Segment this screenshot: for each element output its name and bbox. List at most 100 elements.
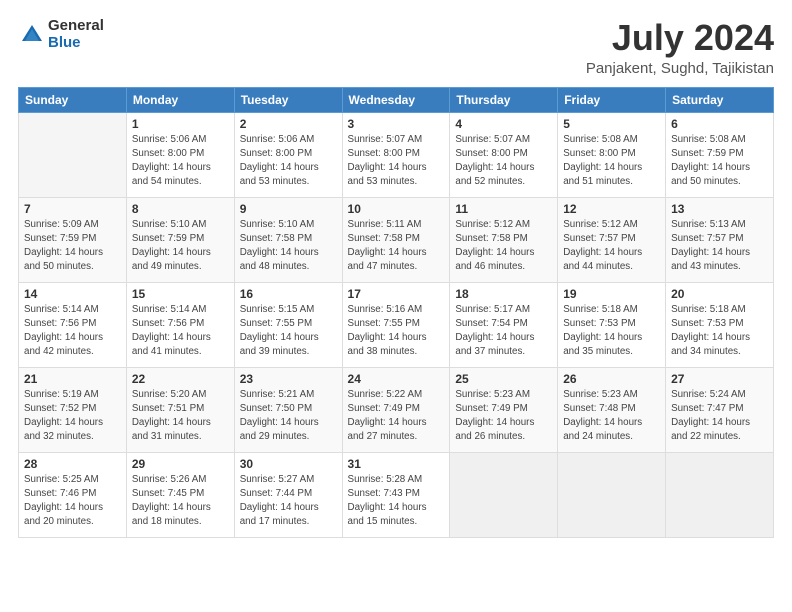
day-number: 19: [563, 287, 660, 301]
day-info: Sunrise: 5:10 AMSunset: 7:58 PMDaylight:…: [240, 218, 337, 275]
day-info: Sunrise: 5:06 AMSunset: 8:00 PMDaylight:…: [240, 133, 337, 190]
table-row: 12 Sunrise: 5:12 AMSunset: 7:57 PMDayligh…: [558, 197, 666, 282]
table-row: 8 Sunrise: 5:10 AMSunset: 7:59 PMDaylight…: [126, 197, 234, 282]
day-number: 9: [240, 202, 337, 216]
day-number: 31: [348, 457, 445, 471]
table-row: 23Sunrise: 5:21 AMSunset: 7:50 PMDayligh…: [234, 367, 342, 452]
calendar-header-row: Sunday Monday Tuesday Wednesday Thursday…: [19, 87, 774, 112]
header-wednesday: Wednesday: [342, 87, 450, 112]
day-number: 25: [455, 372, 552, 386]
day-info: Sunrise: 5:18 AMSunset: 7:53 PMDaylight:…: [671, 303, 768, 360]
day-number: 11: [455, 202, 552, 216]
day-info: Sunrise: 5:22 AMSunset: 7:49 PMDaylight:…: [348, 388, 445, 445]
day-number: 13: [671, 202, 768, 216]
day-number: 18: [455, 287, 552, 301]
day-info: Sunrise: 5:23 AMSunset: 7:48 PMDaylight:…: [563, 388, 660, 445]
day-number: 28: [24, 457, 121, 471]
table-row: 9 Sunrise: 5:10 AMSunset: 7:58 PMDaylight…: [234, 197, 342, 282]
calendar-week-3: 14Sunrise: 5:14 AMSunset: 7:56 PMDayligh…: [19, 282, 774, 367]
table-row: 27 Sunrise: 5:24 AMSunset: 7:47 PMDayligh…: [666, 367, 774, 452]
day-info: Sunrise: 5:21 AMSunset: 7:50 PMDaylight:…: [240, 388, 337, 445]
table-row: 25Sunrise: 5:23 AMSunset: 7:49 PMDayligh…: [450, 367, 558, 452]
table-row: 5Sunrise: 5:08 AMSunset: 8:00 PMDaylight…: [558, 112, 666, 197]
table-row: 1 Sunrise: 5:06 AMSunset: 8:00 PMDaylight…: [126, 112, 234, 197]
table-row: 15 Sunrise: 5:14 AMSunset: 7:56 PMDayligh…: [126, 282, 234, 367]
day-info: Sunrise: 5:25 AMSunset: 7:46 PMDaylight:…: [24, 473, 121, 530]
calendar-week-1: 1 Sunrise: 5:06 AMSunset: 8:00 PMDaylight…: [19, 112, 774, 197]
header-tuesday: Tuesday: [234, 87, 342, 112]
calendar-week-4: 21Sunrise: 5:19 AMSunset: 7:52 PMDayligh…: [19, 367, 774, 452]
day-info: Sunrise: 5:11 AMSunset: 7:58 PMDaylight:…: [348, 218, 445, 275]
day-info: Sunrise: 5:07 AMSunset: 8:00 PMDaylight:…: [348, 133, 445, 190]
day-info: Sunrise: 5:28 AMSunset: 7:43 PMDaylight:…: [348, 473, 445, 530]
table-row: 21Sunrise: 5:19 AMSunset: 7:52 PMDayligh…: [19, 367, 127, 452]
table-row: 10 Sunrise: 5:11 AMSunset: 7:58 PMDayligh…: [342, 197, 450, 282]
day-number: 4: [455, 117, 552, 131]
day-number: 3: [348, 117, 445, 131]
calendar-week-2: 7 Sunrise: 5:09 AMSunset: 7:59 PMDaylight…: [19, 197, 774, 282]
day-number: 27: [671, 372, 768, 386]
day-number: 15: [132, 287, 229, 301]
day-number: 22: [132, 372, 229, 386]
header: General Blue July 2024 Panjakent, Sughd,…: [18, 18, 774, 77]
day-info: Sunrise: 5:27 AMSunset: 7:44 PMDaylight:…: [240, 473, 337, 530]
table-row: 6Sunrise: 5:08 AMSunset: 7:59 PMDaylight…: [666, 112, 774, 197]
table-row: 7 Sunrise: 5:09 AMSunset: 7:59 PMDaylight…: [19, 197, 127, 282]
table-row: 17Sunrise: 5:16 AMSunset: 7:55 PMDayligh…: [342, 282, 450, 367]
table-row: 22 Sunrise: 5:20 AMSunset: 7:51 PMDayligh…: [126, 367, 234, 452]
day-number: 10: [348, 202, 445, 216]
header-friday: Friday: [558, 87, 666, 112]
day-number: 6: [671, 117, 768, 131]
day-info: Sunrise: 5:24 AMSunset: 7:47 PMDaylight:…: [671, 388, 768, 445]
day-number: 7: [24, 202, 121, 216]
page: General Blue July 2024 Panjakent, Sughd,…: [0, 0, 792, 612]
day-number: 30: [240, 457, 337, 471]
table-row: 24 Sunrise: 5:22 AMSunset: 7:49 PMDayligh…: [342, 367, 450, 452]
day-info: Sunrise: 5:09 AMSunset: 7:59 PMDaylight:…: [24, 218, 121, 275]
day-number: 8: [132, 202, 229, 216]
day-info: Sunrise: 5:19 AMSunset: 7:52 PMDaylight:…: [24, 388, 121, 445]
header-saturday: Saturday: [666, 87, 774, 112]
table-row: 11 Sunrise: 5:12 AMSunset: 7:58 PMDayligh…: [450, 197, 558, 282]
day-info: Sunrise: 5:13 AMSunset: 7:57 PMDaylight:…: [671, 218, 768, 275]
day-info: Sunrise: 5:12 AMSunset: 7:58 PMDaylight:…: [455, 218, 552, 275]
day-info: Sunrise: 5:20 AMSunset: 7:51 PMDaylight:…: [132, 388, 229, 445]
logo-blue-text: Blue: [48, 35, 104, 52]
table-row: 29Sunrise: 5:26 AMSunset: 7:45 PMDayligh…: [126, 452, 234, 537]
calendar-table: Sunday Monday Tuesday Wednesday Thursday…: [18, 87, 774, 538]
day-info: Sunrise: 5:10 AMSunset: 7:59 PMDaylight:…: [132, 218, 229, 275]
day-info: Sunrise: 5:07 AMSunset: 8:00 PMDaylight:…: [455, 133, 552, 190]
logo-text: General Blue: [48, 18, 104, 51]
day-info: Sunrise: 5:12 AMSunset: 7:57 PMDaylight:…: [563, 218, 660, 275]
table-row: 14Sunrise: 5:14 AMSunset: 7:56 PMDayligh…: [19, 282, 127, 367]
day-info: Sunrise: 5:14 AMSunset: 7:56 PMDaylight:…: [132, 303, 229, 360]
day-info: Sunrise: 5:17 AMSunset: 7:54 PMDaylight:…: [455, 303, 552, 360]
table-row: 2 Sunrise: 5:06 AMSunset: 8:00 PMDaylight…: [234, 112, 342, 197]
table-row: 31 Sunrise: 5:28 AMSunset: 7:43 PMDayligh…: [342, 452, 450, 537]
logo-icon: [18, 21, 46, 49]
table-row: 20 Sunrise: 5:18 AMSunset: 7:53 PMDayligh…: [666, 282, 774, 367]
day-number: 24: [348, 372, 445, 386]
day-info: Sunrise: 5:14 AMSunset: 7:56 PMDaylight:…: [24, 303, 121, 360]
table-row: [558, 452, 666, 537]
header-thursday: Thursday: [450, 87, 558, 112]
header-monday: Monday: [126, 87, 234, 112]
day-info: Sunrise: 5:06 AMSunset: 8:00 PMDaylight:…: [132, 133, 229, 190]
day-number: 1: [132, 117, 229, 131]
logo: General Blue: [18, 18, 104, 51]
main-title: July 2024: [586, 18, 774, 58]
title-block: July 2024 Panjakent, Sughd, Tajikistan: [586, 18, 774, 77]
day-number: 20: [671, 287, 768, 301]
day-info: Sunrise: 5:18 AMSunset: 7:53 PMDaylight:…: [563, 303, 660, 360]
day-number: 2: [240, 117, 337, 131]
day-number: 12: [563, 202, 660, 216]
table-row: 26Sunrise: 5:23 AMSunset: 7:48 PMDayligh…: [558, 367, 666, 452]
table-row: 28 Sunrise: 5:25 AMSunset: 7:46 PMDayligh…: [19, 452, 127, 537]
subtitle: Panjakent, Sughd, Tajikistan: [586, 60, 774, 77]
table-row: 18 Sunrise: 5:17 AMSunset: 7:54 PMDayligh…: [450, 282, 558, 367]
day-info: Sunrise: 5:15 AMSunset: 7:55 PMDaylight:…: [240, 303, 337, 360]
header-sunday: Sunday: [19, 87, 127, 112]
day-info: Sunrise: 5:26 AMSunset: 7:45 PMDaylight:…: [132, 473, 229, 530]
table-row: 13 Sunrise: 5:13 AMSunset: 7:57 PMDayligh…: [666, 197, 774, 282]
day-info: Sunrise: 5:16 AMSunset: 7:55 PMDaylight:…: [348, 303, 445, 360]
